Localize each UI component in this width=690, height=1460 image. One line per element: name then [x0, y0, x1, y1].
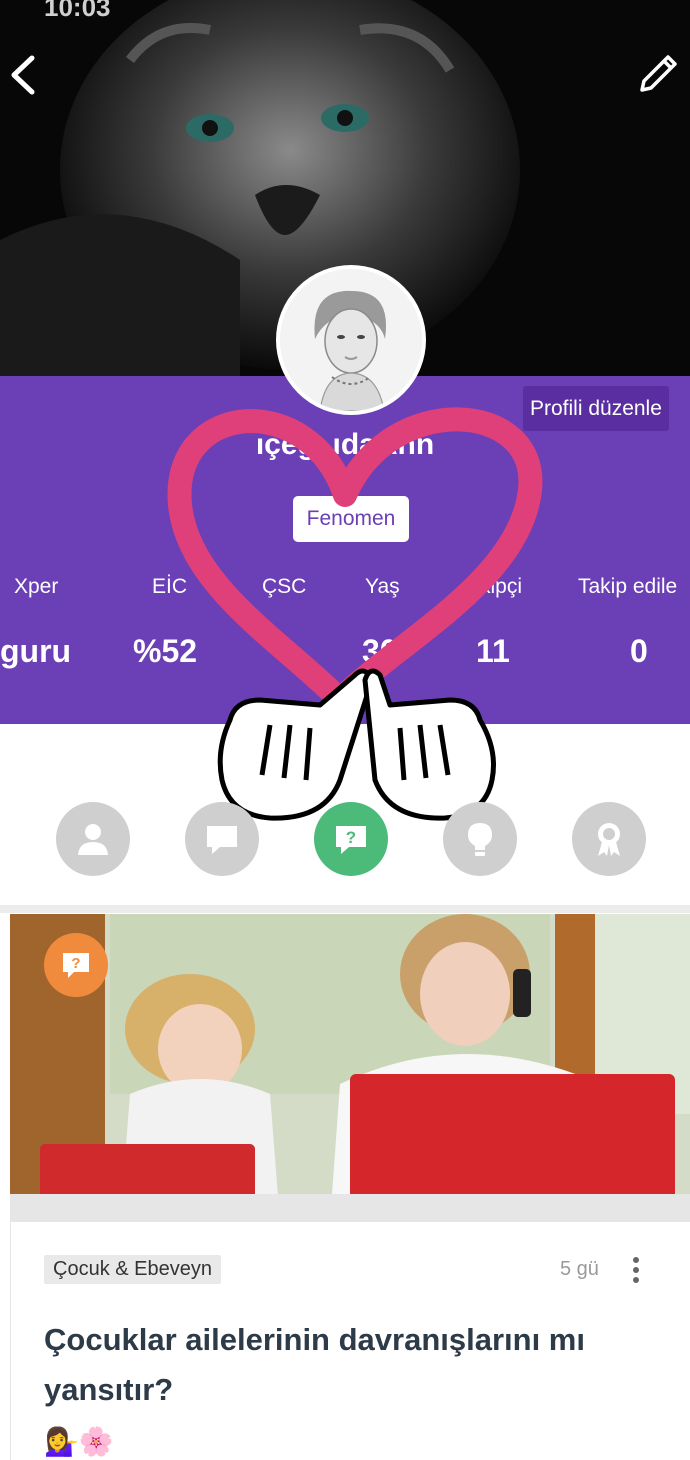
svg-text:?: ? [346, 828, 356, 847]
section-divider [0, 905, 690, 913]
avatar[interactable] [276, 265, 426, 415]
edit-cover-button[interactable] [634, 50, 682, 98]
tab-badges[interactable] [572, 802, 646, 876]
stat-value-xper: guru [0, 633, 72, 669]
level-badge: Fenomen [293, 496, 409, 542]
stat-value-eic: %52 [133, 633, 198, 669]
svg-text:?: ? [71, 955, 80, 972]
stat-value-followers[interactable]: 11 [476, 633, 510, 670]
chat-bubble-icon [207, 826, 237, 854]
post-time: 5 gü [560, 1258, 599, 1280]
stat-label-following[interactable]: Takip edile [578, 575, 677, 599]
stat-value-following[interactable]: 0 [630, 633, 648, 670]
edit-profile-button[interactable]: Profili düzenle [523, 386, 669, 431]
question-bubble-icon: ? [336, 826, 366, 854]
tab-chats[interactable] [185, 802, 259, 876]
stat-label-eic: EİC [152, 575, 188, 598]
stat-label-xper: Xper [14, 575, 59, 598]
question-type-badge: ? [44, 933, 108, 997]
person-icon [78, 824, 108, 855]
lightbulb-icon [468, 823, 492, 856]
profile-username: ıçeğı ıdaAnn [255, 428, 435, 461]
chevron-left-icon [11, 55, 35, 95]
award-ribbon-icon [598, 823, 620, 856]
pencil-icon [640, 55, 677, 92]
avatar-portrait-illustration [280, 269, 422, 411]
post-category-tag[interactable]: Çocuk & Ebeveyn [44, 1255, 221, 1284]
tab-questions[interactable]: ? [314, 802, 388, 876]
tab-profile[interactable] [56, 802, 130, 876]
mother-daughter-photo [10, 914, 690, 1222]
vertical-dots-icon [633, 1257, 639, 1283]
status-time: 10:03 [44, 0, 111, 22]
tab-opinions[interactable] [443, 802, 517, 876]
question-bubble-icon: ? [63, 953, 89, 978]
post-emoji: 💁‍♀️🌸 [44, 1425, 114, 1458]
stat-label-followers[interactable]: kipçi [480, 575, 522, 599]
more-options-button[interactable] [626, 1256, 646, 1284]
back-button[interactable] [4, 52, 44, 98]
stat-label-csc: ÇSC [262, 575, 307, 598]
post-title[interactable]: Çocuklar ailelerinin davranışlarını mı y… [44, 1315, 664, 1415]
question-card-image[interactable] [10, 914, 690, 1222]
stat-value-age: 30 [362, 633, 398, 669]
stat-label-age: Yaş [365, 575, 400, 598]
